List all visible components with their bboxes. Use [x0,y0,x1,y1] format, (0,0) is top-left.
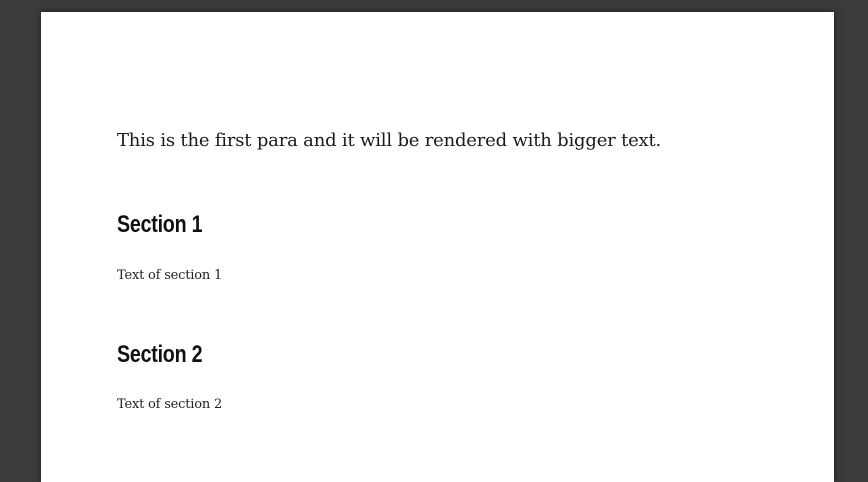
section-2-heading: Section 2 [117,341,203,368]
section-1-heading: Section 1 [117,211,203,238]
lead-paragraph: This is the first para and it will be re… [117,130,662,151]
document-page: This is the first para and it will be re… [41,12,834,482]
document-viewer: This is the first para and it will be re… [0,0,868,482]
section-2-text: Text of section 2 [117,397,223,412]
section-1-text: Text of section 1 [117,268,223,283]
